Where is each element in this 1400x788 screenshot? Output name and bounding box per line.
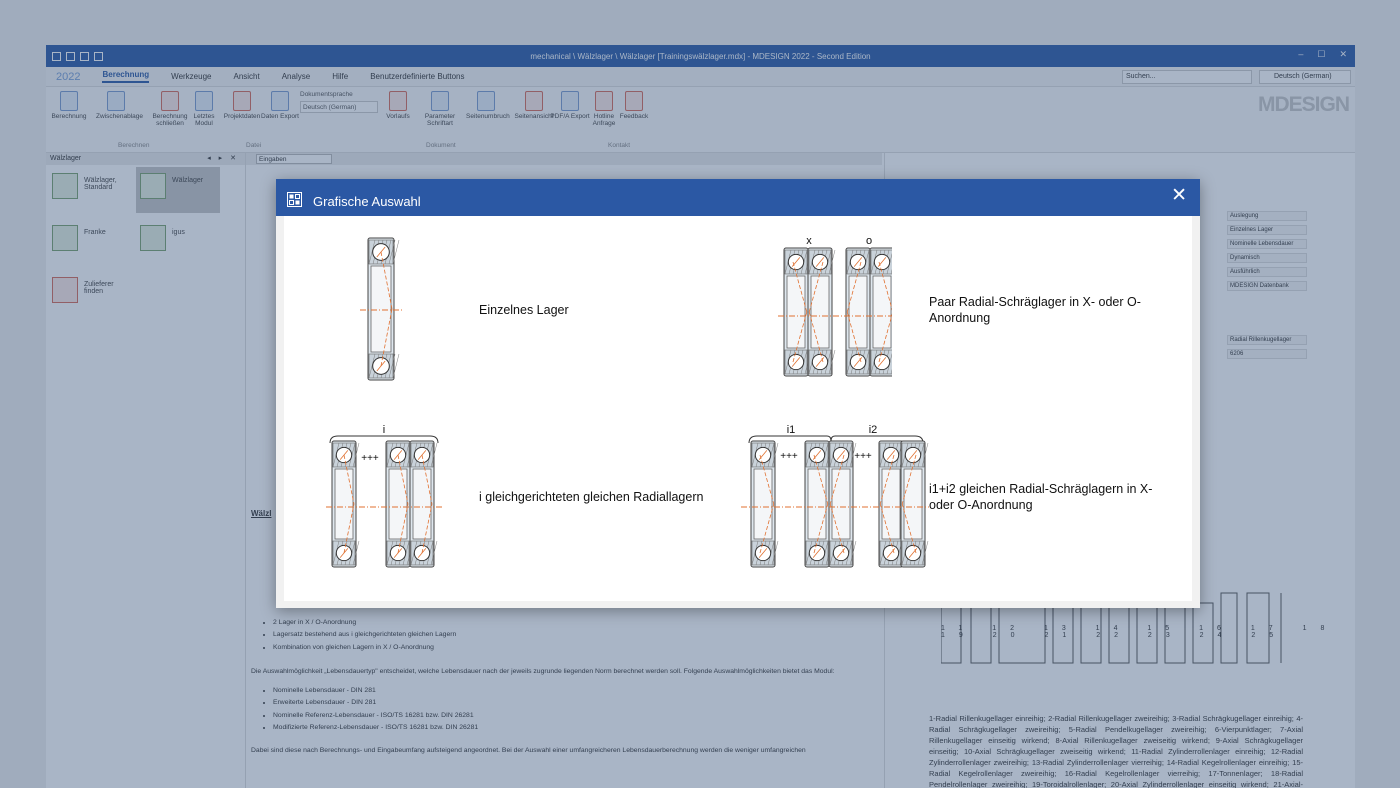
bearing-section	[409, 440, 438, 568]
bearing-bore	[807, 468, 827, 540]
tag-o: o	[866, 235, 872, 247]
gallery-icon	[287, 192, 302, 207]
bearing-section	[804, 440, 833, 568]
separator: +++	[361, 453, 379, 464]
bearing-bore	[370, 265, 392, 353]
dialog-body: Einzelnes Lager x o Paar Radial-Schrägla…	[284, 216, 1192, 601]
bearing-bore	[848, 275, 868, 349]
dialog-header: Grafische Auswahl ✕	[276, 179, 1200, 216]
i-radial-graphic: i +++	[326, 424, 442, 568]
bearing-section	[750, 440, 779, 568]
option-single-bearing-label: Einzelnes Lager	[479, 303, 569, 317]
i1-i2-graphic: i1 i2 +++ +++	[741, 424, 929, 568]
close-icon[interactable]: ✕	[1171, 184, 1187, 207]
option-i1-i2-xo[interactable]: i1 i2 +++ +++	[739, 421, 929, 571]
bearing-bore	[903, 468, 923, 540]
option-pair-xo-label: Paar Radial-Schräglager in X- oder O-Ano…	[929, 295, 1141, 325]
pair-xo-graphic: x o	[778, 235, 898, 377]
graphic-selection-dialog: Grafische Auswahl ✕ Einzelnes Lager x o …	[276, 179, 1200, 608]
option-i-radial-label: i gleichgerichteten gleichen Radiallager…	[479, 490, 704, 504]
bearing-section	[783, 247, 812, 377]
separator: +++	[780, 451, 798, 462]
bearing-section	[828, 440, 857, 568]
single-bearing-graphic	[360, 237, 402, 381]
bearing-section	[385, 440, 414, 568]
tag-i1: i1	[787, 424, 796, 436]
bearing-section	[807, 247, 836, 377]
option-pair-xo[interactable]: x o	[772, 234, 898, 382]
option-single-bearing[interactable]	[354, 236, 414, 384]
bearing-bore	[786, 275, 806, 349]
bearing-bore	[872, 275, 892, 349]
bearing-bore	[810, 275, 830, 349]
bearing-bore	[831, 468, 851, 540]
bearing-bore	[412, 468, 432, 540]
separator: +++	[854, 451, 872, 462]
bearing-section	[331, 440, 360, 568]
bearing-section	[900, 440, 929, 568]
bearing-bore	[753, 468, 773, 540]
tag-x: x	[806, 235, 812, 247]
dialog-title: Grafische Auswahl	[313, 194, 421, 209]
bearing-bore	[881, 468, 901, 540]
tag-i: i	[383, 424, 385, 436]
option-i1-i2-xo-label: i1+i2 gleichen Radial-Schräglagern in X-…	[929, 482, 1153, 512]
option-i-radial[interactable]: i +++	[324, 421, 444, 571]
bearing-bore	[388, 468, 408, 540]
tag-i2: i2	[869, 424, 878, 436]
bearing-bore	[334, 468, 354, 540]
bearing-section	[367, 237, 400, 381]
bearing-section	[845, 247, 874, 377]
bearing-section	[869, 247, 898, 377]
